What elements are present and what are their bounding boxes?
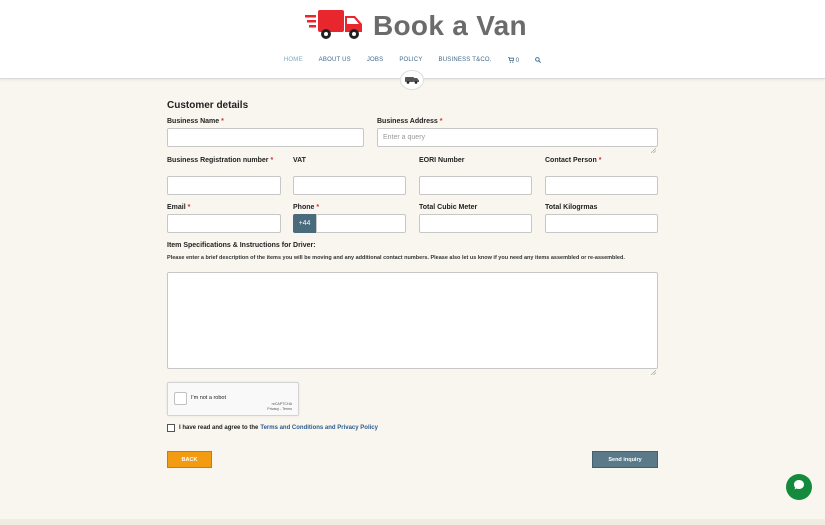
site-header: Book a Van HOME ABOUT US JOBS POLICY BUS… xyxy=(0,0,825,79)
business-name-input[interactable] xyxy=(167,128,364,147)
van-badge xyxy=(400,70,424,90)
chat-icon xyxy=(793,478,805,496)
registration-input[interactable] xyxy=(167,176,281,195)
recaptcha-label: I'm not a robot xyxy=(191,395,226,401)
nav-business-tc[interactable]: BUSINESS T&CO. xyxy=(431,57,500,65)
cubic-meter-label: Total Cubic Meter xyxy=(419,204,478,211)
terms-agreement: I have read and agree to the Terms and C… xyxy=(167,424,378,432)
eori-input[interactable] xyxy=(419,176,532,195)
brand-logo[interactable]: Book a Van xyxy=(305,8,527,44)
footer-strip xyxy=(0,519,825,525)
truck-logo-icon xyxy=(305,6,365,47)
kilograms-label: Total Kilogrmas xyxy=(545,204,598,211)
nav-cart[interactable]: 0 xyxy=(500,57,528,65)
cubic-meter-input[interactable] xyxy=(419,214,532,233)
business-address-input[interactable]: Enter a query xyxy=(377,128,658,154)
cart-icon xyxy=(507,57,515,65)
resize-handle-icon[interactable] xyxy=(650,362,657,376)
nav-search[interactable] xyxy=(527,57,549,65)
phone-prefix: +44 xyxy=(293,214,316,233)
business-address-label: Business Address * xyxy=(377,118,443,125)
nav-about-us[interactable]: ABOUT US xyxy=(311,57,359,65)
van-icon xyxy=(405,71,419,89)
nav-home[interactable]: HOME xyxy=(276,57,311,65)
specs-textarea[interactable] xyxy=(167,272,658,376)
registration-label: Business Registration number * xyxy=(167,157,274,164)
eori-label: EORI Number xyxy=(419,157,465,164)
contact-person-input[interactable] xyxy=(545,176,658,195)
nav-jobs[interactable]: JOBS xyxy=(359,57,391,65)
recaptcha-brand: reCAPTCHA Privacy - Terms xyxy=(267,402,292,411)
phone-input[interactable] xyxy=(316,214,406,233)
search-icon xyxy=(535,57,542,65)
vat-label: VAT xyxy=(293,157,306,164)
send-inquiry-button[interactable]: Send inquiry xyxy=(592,451,658,468)
terms-link[interactable]: Terms and Conditions and Privacy Policy xyxy=(260,425,378,431)
recaptcha-checkbox[interactable] xyxy=(174,392,187,405)
email-input[interactable] xyxy=(167,214,281,233)
resize-handle-icon[interactable] xyxy=(650,140,657,154)
nav-policy[interactable]: POLICY xyxy=(391,57,430,65)
terms-text: I have read and agree to the xyxy=(179,425,259,431)
phone-label: Phone * xyxy=(293,204,320,211)
section-title: Customer details xyxy=(167,100,249,111)
vat-input[interactable] xyxy=(293,176,406,195)
chat-button[interactable] xyxy=(786,474,812,500)
email-label: Email * xyxy=(167,204,191,211)
specs-help-text: Please enter a brief description of the … xyxy=(167,255,625,261)
contact-person-label: Contact Person * xyxy=(545,157,602,164)
specs-label: Item Specifications & Instructions for D… xyxy=(167,242,316,249)
main-nav: HOME ABOUT US JOBS POLICY BUSINESS T&CO.… xyxy=(0,57,825,65)
kilograms-input[interactable] xyxy=(545,214,658,233)
recaptcha-links[interactable]: Privacy - Terms xyxy=(267,407,292,412)
business-address-placeholder: Enter a query xyxy=(383,134,426,141)
terms-checkbox[interactable] xyxy=(167,424,175,432)
back-button[interactable]: BACK xyxy=(167,451,212,468)
business-name-label: Business Name * xyxy=(167,118,224,125)
recaptcha-widget: I'm not a robot reCAPTCHA Privacy - Term… xyxy=(167,382,299,416)
brand-name: Book a Van xyxy=(373,10,527,41)
cart-count: 0 xyxy=(515,58,520,64)
